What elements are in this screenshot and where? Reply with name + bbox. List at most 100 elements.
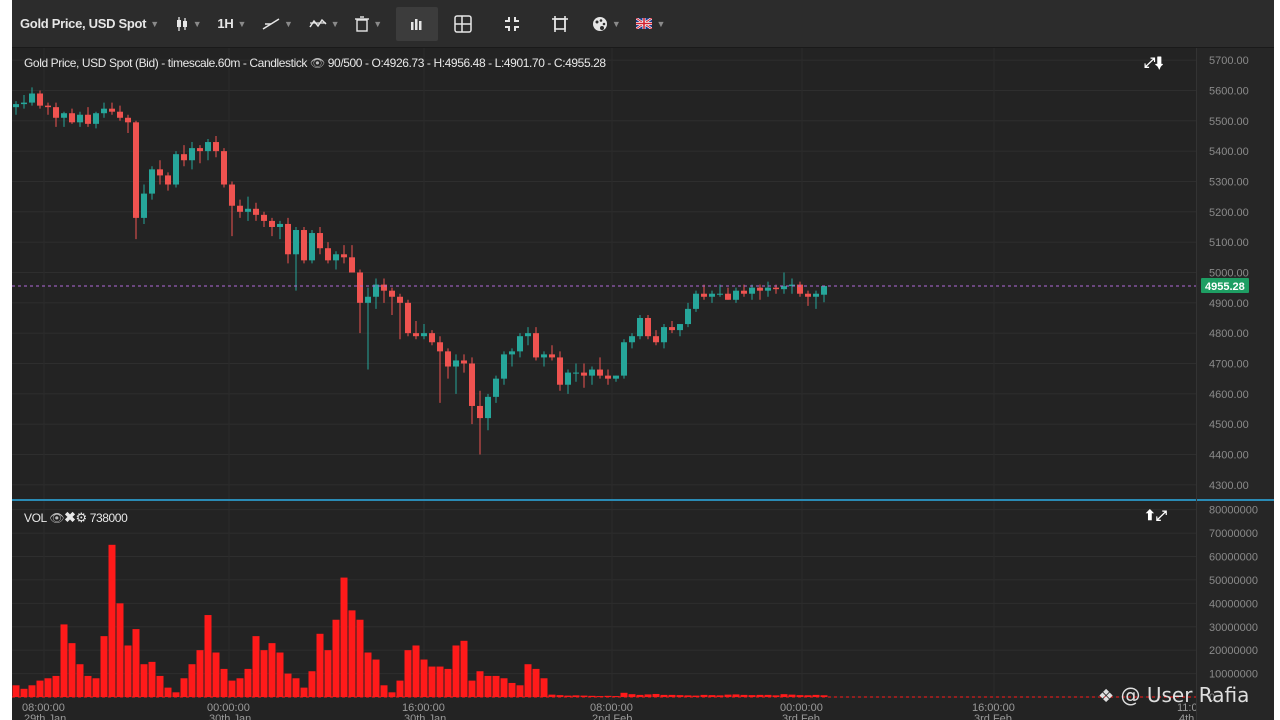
candle-body (205, 142, 211, 152)
theme-icon (592, 16, 607, 31)
fullscreen-icon (504, 16, 519, 31)
chart-window: Gold Price, USD Spot ▼ ▼ 1H ▼ ▼ ▼ ▼ ▼ ▼ … (12, 0, 1274, 720)
maximize-icon[interactable]: ⤢ (1156, 507, 1167, 523)
volume-bar (476, 671, 484, 697)
eye-icon[interactable]: 👁 (49, 511, 64, 525)
volume-bar (388, 692, 396, 697)
volume-bar (140, 664, 148, 697)
candle-body (53, 107, 59, 118)
candle-body (357, 272, 363, 303)
volume-toggle-button[interactable] (395, 6, 438, 41)
volume-bar (252, 636, 260, 697)
interval-label: 1H (217, 16, 234, 31)
volume-bar (124, 645, 132, 697)
candle-body (269, 220, 275, 227)
theme-selector[interactable]: ▼ (584, 7, 629, 41)
candle-body (245, 208, 251, 212)
candle-body (725, 293, 731, 300)
candlestick-chart[interactable] (12, 48, 1200, 500)
volume-bar (516, 685, 524, 697)
volume-bar (100, 636, 108, 697)
indicators-button[interactable]: ▼ (301, 7, 348, 41)
gear-icon[interactable]: ⚙ (76, 510, 88, 525)
candle-body (781, 286, 787, 290)
candle-body (277, 223, 283, 227)
volume-bar (156, 675, 164, 697)
volume-bar (204, 615, 212, 697)
chevron-down-icon: ▼ (611, 18, 621, 29)
fullscreen-button[interactable] (488, 7, 536, 41)
volume-bar (420, 659, 428, 697)
chevron-down-icon: ▼ (150, 18, 159, 29)
candle-body (637, 317, 643, 337)
chart-toolbar: Gold Price, USD Spot ▼ ▼ 1H ▼ ▼ ▼ ▼ ▼ ▼ (12, 0, 1274, 48)
candle-body (541, 354, 547, 358)
price-axis[interactable]: 5700.00 5600.00 5500.00 5400.00 5300.00 5200.… (1196, 48, 1274, 720)
volume-bar (220, 668, 228, 697)
candle-body (341, 254, 347, 258)
candle-body (109, 108, 115, 112)
volume-tick-label: 50000000 (1209, 575, 1258, 587)
price-pane[interactable]: Gold Price, USD Spot (Bid) - timescale.6… (12, 48, 1200, 500)
volume-bar (348, 610, 356, 697)
crosshair-icon (551, 15, 568, 32)
volume-legend-label: VOL (24, 511, 47, 525)
drawing-tools-button[interactable]: ▼ (254, 7, 301, 41)
candle-body (445, 351, 451, 367)
candle-body (669, 327, 675, 331)
symbol-label: Gold Price, USD Spot (20, 16, 147, 31)
volume-pane[interactable]: 08:00:00 29th Jan 00:00:00 30th Jan 16:00:00… (12, 501, 1219, 720)
candle-body (317, 233, 323, 249)
volume-bar (292, 678, 300, 697)
price-tick-label: 5600.00 (1209, 85, 1249, 97)
candle-body (621, 342, 627, 376)
candle-body (421, 333, 427, 337)
price-tick-label: 5400.00 (1209, 146, 1249, 158)
candlestick-icon (176, 16, 187, 31)
candle-body (141, 193, 147, 218)
volume-bar (332, 619, 340, 697)
move-up-icon[interactable]: ⬆ (1144, 507, 1156, 523)
date-label: 30th Jan (404, 713, 446, 720)
date-label: 4th Feb (1179, 713, 1196, 720)
close-icon[interactable]: ✖ (64, 509, 76, 525)
candle-body (813, 293, 819, 297)
chevron-down-icon: ▼ (237, 18, 247, 29)
candle-body (437, 342, 443, 352)
move-down-icon[interactable]: ⬇ (1155, 54, 1164, 70)
candle-body (741, 290, 747, 294)
delete-button[interactable]: ▼ (347, 7, 390, 41)
symbol-selector[interactable]: Gold Price, USD Spot ▼ (12, 7, 167, 41)
volume-bar (372, 659, 380, 697)
candle-body (733, 290, 739, 300)
candle-body (389, 290, 395, 297)
eye-icon[interactable]: 👁 (310, 56, 328, 70)
chart-type-selector[interactable]: ▼ (167, 7, 210, 41)
candle-body (21, 102, 27, 105)
crosshair-button[interactable] (536, 7, 584, 41)
candle-body (773, 287, 779, 290)
volume-bar (92, 678, 100, 697)
price-tick-label: 5200.00 (1209, 207, 1249, 219)
maximize-icon[interactable]: ⤢ (1144, 54, 1155, 70)
price-pane-controls: ⤢⬇ (1144, 54, 1164, 71)
candle-body (213, 142, 219, 152)
candle-body (501, 354, 507, 379)
candle-body (125, 117, 131, 123)
language-selector[interactable]: ▼ (628, 7, 673, 41)
volume-bar (412, 645, 420, 697)
price-tick-label: 4600.00 (1209, 389, 1249, 401)
price-legend-title: Gold Price, USD Spot (Bid) - timescale.6… (24, 56, 308, 70)
candle-body (133, 122, 139, 218)
volume-bar (460, 640, 468, 697)
interval-selector[interactable]: 1H ▼ (209, 7, 254, 41)
volume-bar (500, 678, 508, 697)
date-label: 3rd Feb (782, 713, 820, 720)
candle-body (285, 223, 291, 255)
candle-body (709, 293, 715, 297)
chevron-down-icon: ▼ (330, 18, 340, 29)
volume-chart[interactable]: 08:00:0029th Jan00:00:0030th Jan16:00:00… (12, 501, 1219, 720)
layout-button[interactable] (438, 7, 488, 41)
volume-bar (356, 619, 364, 697)
candle-body (717, 293, 723, 295)
